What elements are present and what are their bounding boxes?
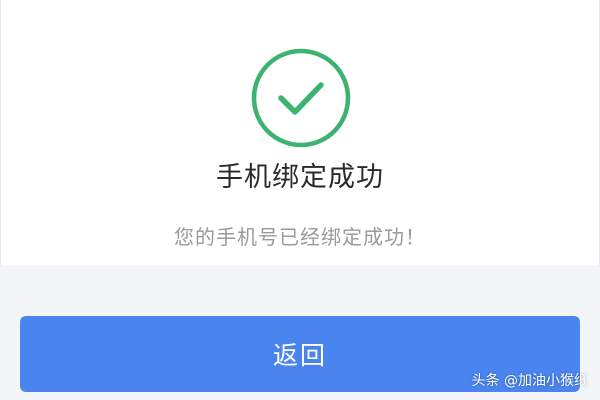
watermark-text: 头条 @加油小猴纸 bbox=[471, 373, 588, 389]
success-message: 您的手机号已经绑定成功！ bbox=[174, 225, 426, 249]
success-title: 手机绑定成功 bbox=[216, 162, 384, 193]
checkmark-circle-icon bbox=[250, 47, 352, 149]
success-card: 手机绑定成功 您的手机号已经绑定成功！ bbox=[0, 0, 600, 265]
